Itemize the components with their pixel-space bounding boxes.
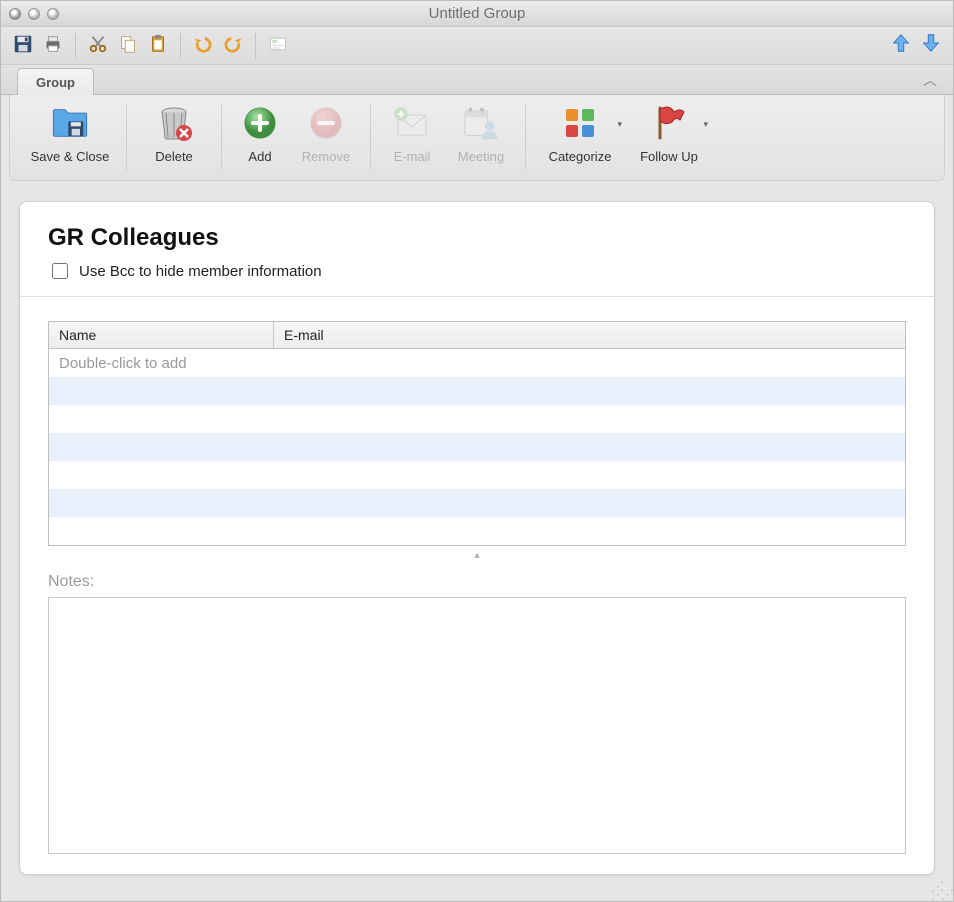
notes-textarea[interactable] [48,597,906,854]
ribbon-tabstrip: Group ︿ [1,65,953,95]
separator [255,33,256,59]
minimize-window-button[interactable] [28,8,40,20]
calendar-person-icon [461,103,501,143]
resize-grip-icon: ⋰⋰⋰ [931,883,951,899]
separator [75,33,76,59]
ribbon-label: Delete [155,149,193,164]
meeting-button: Meeting [445,101,517,166]
ribbon: Save & Close Delete Add [9,95,945,181]
group-name-heading: GR Colleagues [48,224,906,252]
paste-button[interactable] [144,32,172,60]
bcc-checkbox-row[interactable]: Use Bcc to hide member information [48,260,906,282]
traffic-lights [9,8,59,20]
categories-icon [560,103,600,143]
quick-access-toolbar [1,27,953,65]
dropdown-caret-icon: ▾ [617,119,622,130]
delete-button[interactable]: Delete [135,101,213,166]
splitter-handle[interactable]: ▴ [48,546,906,569]
table-row[interactable] [49,489,905,517]
ribbon-label: Save & Close [31,149,110,164]
dropdown-caret-icon: ▾ [703,119,708,130]
plus-circle-icon [240,103,280,143]
follow-up-button[interactable]: Follow Up ▾ [626,101,712,166]
table-row[interactable] [49,377,905,405]
window-title: Untitled Group [1,5,953,22]
column-header-email[interactable]: E-mail [274,322,905,348]
collapse-ribbon-button[interactable]: ︿ [917,68,943,92]
save-button[interactable] [9,32,37,60]
ribbon-label: Meeting [458,149,504,164]
copy-icon [117,33,139,58]
chevron-up-icon: ︿ [923,72,937,88]
redo-button[interactable] [219,32,247,60]
scissors-icon [87,33,109,58]
undo-icon [191,33,215,58]
ribbon-label: Categorize [549,149,612,164]
cut-button[interactable] [84,32,112,60]
card-icon [267,34,289,57]
tab-group[interactable]: Group [17,68,94,95]
ribbon-label: Add [248,149,271,164]
trash-icon [154,103,194,143]
table-row[interactable] [49,461,905,489]
save-and-close-button[interactable]: Save & Close [22,101,118,166]
titlebar: Untitled Group [1,1,953,27]
members-table: Name E-mail Double-click to add [48,321,906,546]
categorize-button[interactable]: Categorize ▾ [534,101,626,166]
divider [20,296,934,297]
add-member-button[interactable]: Add [230,101,290,166]
table-row-placeholder[interactable]: Double-click to add [49,349,905,377]
next-item-button[interactable] [917,32,945,60]
notes-label: Notes: [48,573,906,591]
floppy-disk-icon [12,33,34,58]
zoom-window-button[interactable] [47,8,59,20]
remove-member-button: Remove [290,101,362,166]
clipboard-icon [147,33,169,58]
table-row[interactable] [49,517,905,545]
window: Untitled Group [0,0,954,902]
table-header: Name E-mail [49,322,905,349]
placeholder-text: Double-click to add [49,355,274,372]
folder-save-icon [50,103,90,143]
undo-button[interactable] [189,32,217,60]
ribbon-label: Remove [302,149,350,164]
bcc-checkbox[interactable] [52,263,68,279]
table-body[interactable]: Double-click to add [49,349,905,545]
column-header-name[interactable]: Name [49,322,274,348]
copy-button[interactable] [114,32,142,60]
arrow-down-icon [920,31,942,61]
previous-item-button[interactable] [887,32,915,60]
ribbon-label: E-mail [394,149,431,164]
redo-icon [221,33,245,58]
minus-circle-icon [306,103,346,143]
envelope-icon [392,103,432,143]
content-panel: GR Colleagues Use Bcc to hide member inf… [19,201,935,875]
bcc-label: Use Bcc to hide member information [79,263,322,280]
table-row[interactable] [49,433,905,461]
flag-icon [649,103,689,143]
table-row[interactable] [49,405,905,433]
printer-icon [42,33,64,58]
separator [180,33,181,59]
print-button[interactable] [39,32,67,60]
arrow-up-icon [890,31,912,61]
close-window-button[interactable] [9,8,21,20]
ribbon-label: Follow Up [640,149,698,164]
scrapbook-button[interactable] [264,32,292,60]
email-group-button: E-mail [379,101,445,166]
